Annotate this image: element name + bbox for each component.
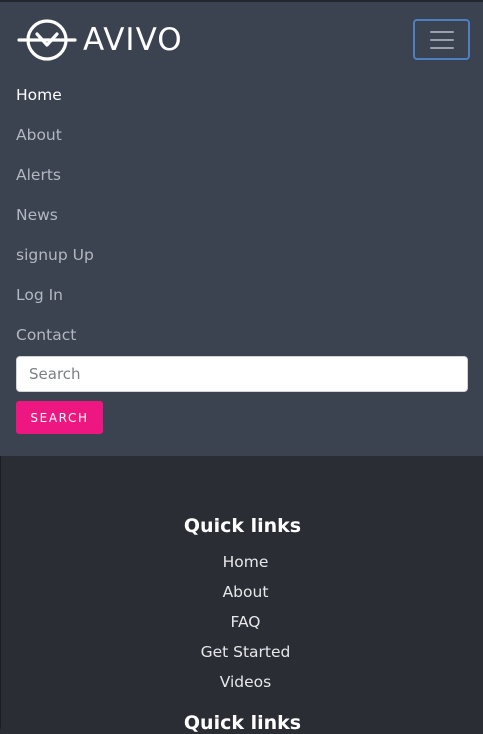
nav-item-alerts[interactable]: Alerts: [16, 155, 94, 195]
navbar-toggler-button[interactable]: [413, 19, 470, 60]
nav-item-about[interactable]: About: [16, 115, 94, 155]
search-input[interactable]: [16, 356, 468, 392]
footer-quick-links-heading: Quick links: [183, 515, 302, 537]
nav-item-news[interactable]: News: [16, 195, 94, 235]
footer-quick-links-heading-2: Quick links: [183, 712, 302, 734]
footer-link-get-started[interactable]: Get Started: [1, 637, 483, 667]
brand-logo-link[interactable]: AVIVO: [17, 17, 183, 63]
search-button[interactable]: Search: [16, 401, 103, 434]
footer-link-videos[interactable]: Videos: [1, 667, 483, 697]
footer-link-home[interactable]: Home: [1, 547, 483, 577]
nav-menu: Home About Alerts News signup Up Log In …: [16, 75, 94, 355]
footer-link-faq[interactable]: FAQ: [1, 607, 483, 637]
avivo-logo-icon: [17, 19, 77, 61]
brand-name: AVIVO: [83, 22, 183, 58]
hamburger-icon-bar: [429, 30, 454, 33]
navbar: AVIVO Home About Alerts News signup Up L…: [0, 0, 483, 456]
nav-item-contact[interactable]: Contact: [16, 315, 94, 355]
footer-link-about[interactable]: About: [1, 577, 483, 607]
nav-item-signup[interactable]: signup Up: [16, 235, 94, 275]
footer-quick-links: Home About FAQ Get Started Videos: [1, 547, 483, 697]
hamburger-icon-bar: [429, 46, 454, 49]
hamburger-icon-bar: [429, 38, 454, 41]
nav-item-login[interactable]: Log In: [16, 275, 94, 315]
footer: Quick links Home About FAQ Get Started V…: [0, 456, 483, 734]
nav-item-home[interactable]: Home: [16, 75, 94, 115]
